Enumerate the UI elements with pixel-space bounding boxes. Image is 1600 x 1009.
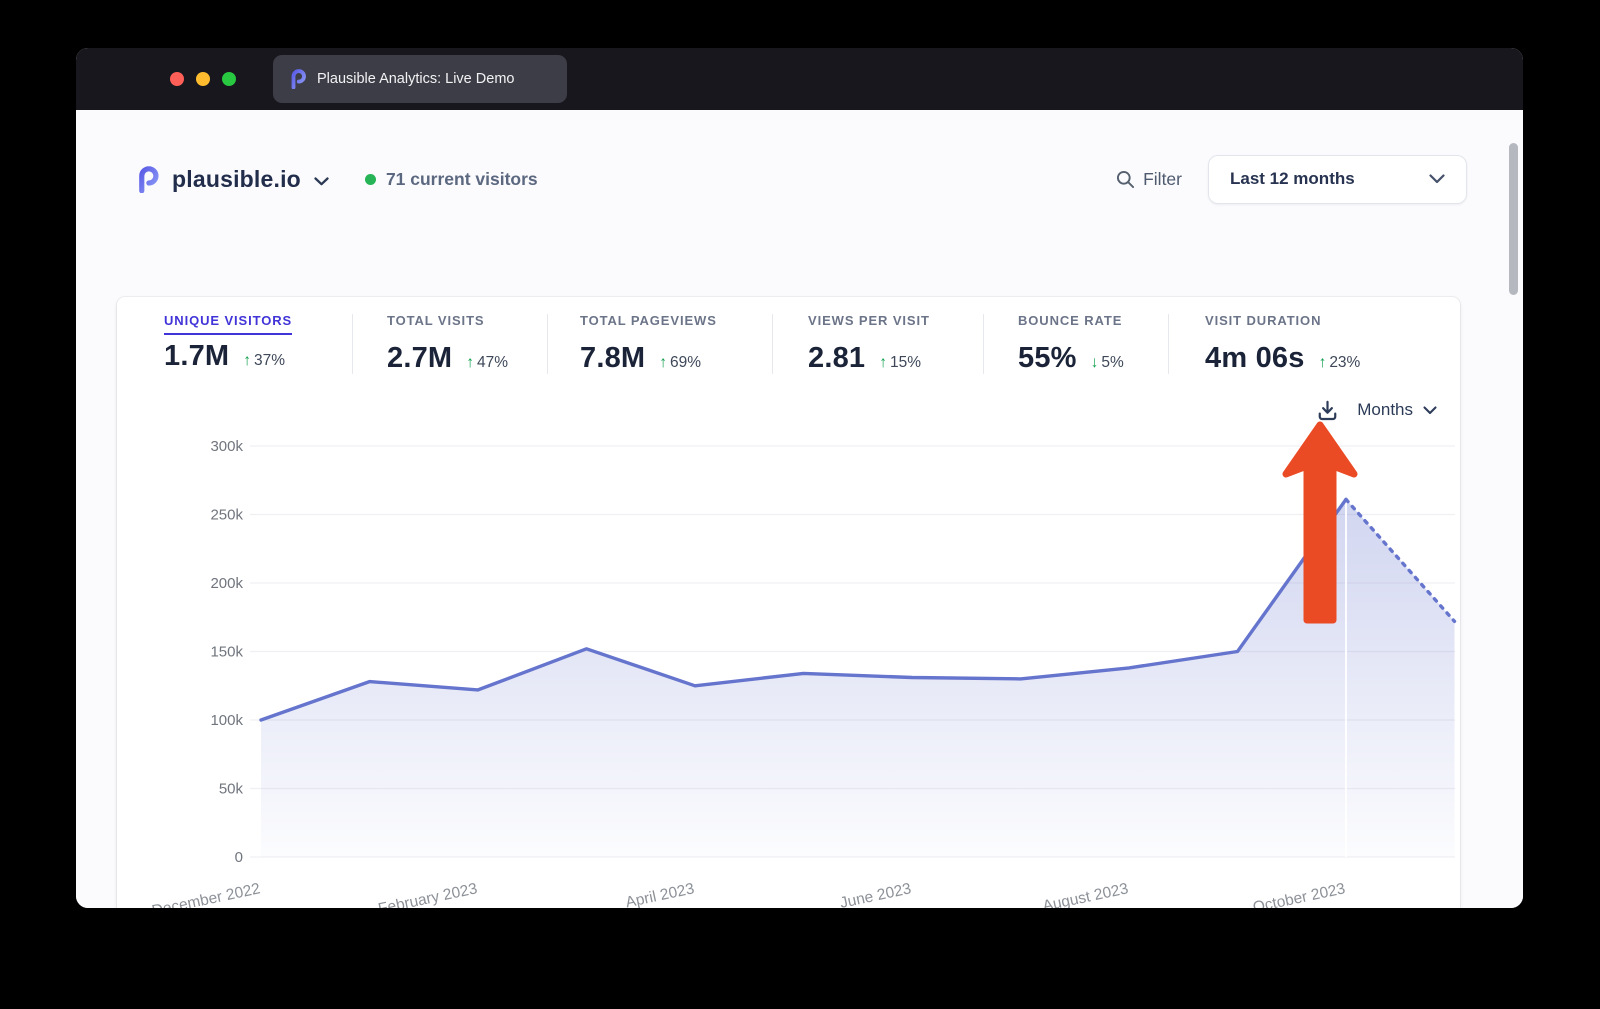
plausible-favicon (287, 69, 307, 89)
x-axis-tick: December 2022 (150, 880, 261, 908)
minimize-window-button[interactable] (196, 72, 210, 86)
page-content: plausible.io 71 current visitors Filter … (76, 110, 1523, 908)
date-range-value: Last 12 months (1230, 169, 1355, 189)
zoom-window-button[interactable] (222, 72, 236, 86)
download-icon[interactable] (1316, 398, 1339, 422)
x-axis-tick: August 2023 (1041, 880, 1130, 908)
tab-title: Plausible Analytics: Live Demo (317, 71, 514, 87)
site-header: plausible.io 71 current visitors Filter … (133, 154, 1467, 204)
dashboard-card: UNIQUE VISITORS 1.7M ↑37% TOTAL VISITS 2… (117, 297, 1460, 908)
search-icon (1116, 170, 1135, 189)
browser-window: Plausible Analytics: Live Demo plausible… (76, 48, 1523, 908)
close-window-button[interactable] (170, 72, 184, 86)
chart-toolbar: Months (1316, 393, 1437, 427)
filter-label: Filter (1143, 169, 1182, 190)
browser-chrome: Plausible Analytics: Live Demo (76, 48, 1523, 110)
y-axis-tick: 50k (219, 781, 244, 798)
visitors-line-chart: 0 50k 100k 150k 200k 250k 300k December 2022 Fe… (117, 297, 1460, 908)
x-axis-tick: February 2023 (377, 880, 479, 908)
y-axis-tick: 300k (210, 438, 243, 455)
x-axis-tick: April 2023 (624, 880, 696, 908)
area-fill (261, 499, 1346, 857)
y-axis-tick: 0 (235, 849, 243, 866)
chevron-down-icon (1429, 174, 1445, 184)
y-axis-tick: 250k (210, 507, 243, 524)
x-axis-tick: October 2023 (1251, 880, 1346, 908)
date-range-selector[interactable]: Last 12 months (1208, 155, 1467, 204)
plausible-logo-icon (133, 166, 160, 193)
screenshot-stage: Plausible Analytics: Live Demo plausible… (0, 0, 1600, 1009)
vertical-scrollbar-thumb[interactable] (1509, 143, 1518, 295)
chevron-down-icon[interactable] (1423, 406, 1437, 415)
interval-selector[interactable]: Months (1357, 400, 1413, 420)
browser-tab[interactable]: Plausible Analytics: Live Demo (273, 55, 567, 103)
current-visitors-link[interactable]: 71 current visitors (386, 169, 538, 190)
x-axis-tick: June 2023 (838, 880, 912, 908)
filter-button[interactable]: Filter (1116, 169, 1182, 190)
chevron-down-icon[interactable] (314, 177, 329, 186)
live-visitors-dot-icon (365, 174, 376, 185)
site-name[interactable]: plausible.io (172, 166, 301, 193)
y-axis-tick: 200k (210, 575, 243, 592)
area-fill-incomplete (1346, 499, 1455, 857)
y-axis-tick: 150k (210, 644, 243, 661)
y-axis-tick: 100k (210, 712, 243, 729)
